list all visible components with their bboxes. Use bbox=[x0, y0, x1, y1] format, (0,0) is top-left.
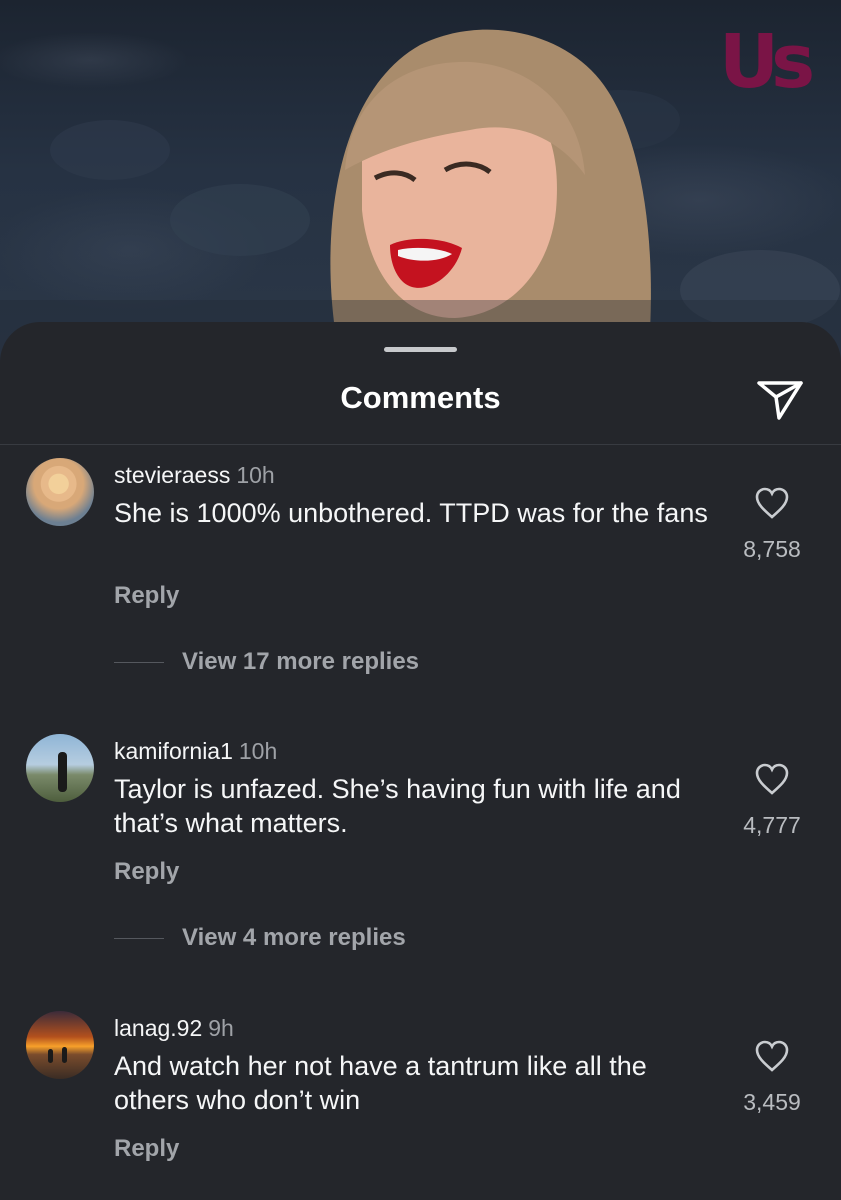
like-count: 8,758 bbox=[743, 536, 801, 562]
comments-sheet: Comments stevieraess 10h She is 1000% unb… bbox=[0, 322, 841, 1200]
view-replies-label: View 4 more replies bbox=[182, 924, 406, 951]
view-replies-button[interactable]: View 4 more replies bbox=[114, 924, 406, 952]
like-control: 4,777 bbox=[727, 762, 817, 839]
comment-text: And watch her not have a tantrum like al… bbox=[114, 1051, 647, 1115]
timestamp: 9h bbox=[208, 1015, 234, 1041]
timestamp: 10h bbox=[236, 462, 275, 488]
avatar[interactable] bbox=[26, 458, 94, 526]
avatar-figure bbox=[48, 1049, 53, 1063]
avatar[interactable] bbox=[26, 1011, 94, 1079]
view-replies-label: View 17 more replies bbox=[182, 648, 420, 675]
comment-text: She is 1000% unbothered. TTPD was for th… bbox=[114, 498, 708, 528]
like-control: 8,758 bbox=[727, 486, 817, 563]
comment-text: Taylor is unfazed. She’s having fun with… bbox=[114, 774, 681, 838]
reply-button[interactable]: Reply bbox=[114, 582, 179, 610]
like-count: 4,777 bbox=[743, 812, 801, 838]
heart-icon[interactable] bbox=[754, 486, 790, 520]
view-replies-button[interactable]: View 17 more replies bbox=[114, 648, 419, 676]
timestamp: 10h bbox=[238, 738, 278, 764]
reply-button[interactable]: Reply bbox=[114, 858, 179, 886]
avatar-figure bbox=[58, 752, 67, 792]
username[interactable]: kamifornia1 bbox=[114, 738, 233, 764]
replies-divider-line bbox=[114, 662, 164, 664]
comment-header: lanag.92 9h bbox=[114, 1015, 234, 1042]
like-control: 3,459 bbox=[727, 1039, 817, 1116]
comment-header: kamifornia1 10h bbox=[114, 738, 277, 765]
replies-divider-line bbox=[114, 938, 164, 940]
brand-logo: Us bbox=[719, 19, 815, 105]
reply-button[interactable]: Reply bbox=[114, 1135, 179, 1163]
avatar-figure bbox=[62, 1047, 67, 1063]
header-divider bbox=[0, 444, 841, 445]
heart-icon[interactable] bbox=[754, 1039, 790, 1073]
avatar[interactable] bbox=[26, 734, 94, 802]
username[interactable]: stevieraess bbox=[114, 462, 230, 488]
share-button[interactable] bbox=[755, 376, 805, 422]
username[interactable]: lanag.92 bbox=[114, 1015, 202, 1041]
drag-handle[interactable] bbox=[384, 347, 457, 352]
heart-icon[interactable] bbox=[754, 762, 790, 796]
comment-header: stevieraess 10h bbox=[114, 462, 275, 489]
sheet-title: Comments bbox=[340, 380, 501, 415]
like-count: 3,459 bbox=[743, 1089, 801, 1115]
paper-plane-icon bbox=[757, 381, 803, 420]
